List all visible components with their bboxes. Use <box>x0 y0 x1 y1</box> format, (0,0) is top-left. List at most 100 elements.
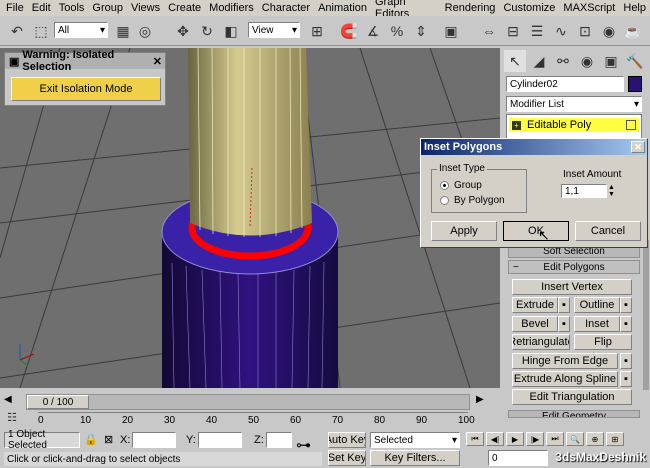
menu-item-help[interactable]: Help <box>619 2 650 14</box>
insert-vertex-button[interactable]: Insert Vertex <box>512 279 632 295</box>
menu-item-file[interactable]: File <box>2 2 28 14</box>
stack-item-toggle-icon[interactable] <box>626 120 636 130</box>
previous-frame-icon[interactable]: ◀| <box>486 432 504 446</box>
ref-coord-dropdown[interactable]: View ▾ <box>248 22 300 38</box>
object-color-swatch[interactable] <box>628 76 642 92</box>
play-icon[interactable]: ▶ <box>506 432 524 446</box>
angle-snap-icon[interactable]: ∡ <box>362 20 384 42</box>
snap-icon[interactable]: 🧲 <box>338 20 360 42</box>
object-name-field[interactable]: Cylinder02 <box>506 76 624 92</box>
menu-item-animation[interactable]: Animation <box>314 2 371 14</box>
motion-tab-icon[interactable]: ◉ <box>576 50 598 72</box>
track-bar-icon[interactable]: ☷ <box>4 410 20 424</box>
flip-button[interactable]: Flip <box>574 334 632 350</box>
modify-tab-icon[interactable]: ◢ <box>528 50 550 72</box>
cancel-button[interactable]: Cancel <box>575 221 641 241</box>
percent-snap-icon[interactable]: % <box>386 20 408 42</box>
menu-item-create[interactable]: Create <box>164 2 205 14</box>
inset-button[interactable]: Inset <box>574 316 620 332</box>
menu-item-maxscript[interactable]: MAXScript <box>559 2 619 14</box>
hinge-from-edge-button[interactable]: Hinge From Edge <box>512 353 618 369</box>
go-to-end-icon[interactable]: ⏭ <box>546 432 564 446</box>
extrude-along-spline-button[interactable]: Extrude Along Spline <box>512 371 618 387</box>
dialog-title-bar[interactable]: Inset Polygons ✕ <box>421 139 647 155</box>
utilities-tab-icon[interactable]: 🔨 <box>624 50 646 72</box>
menu-item-tools[interactable]: Tools <box>55 2 89 14</box>
z-coord-field[interactable] <box>266 432 292 448</box>
layer-icon[interactable]: ☰ <box>526 20 548 42</box>
next-frame-icon[interactable]: ▶ <box>476 394 484 405</box>
outline-settings-icon[interactable]: ▪ <box>620 297 632 313</box>
outline-button[interactable]: Outline <box>574 297 620 313</box>
named-selection-icon[interactable]: ▣ <box>440 20 462 42</box>
apply-button[interactable]: Apply <box>431 221 497 241</box>
extrude-spline-settings-icon[interactable]: ▪ <box>620 371 632 387</box>
time-slider-track[interactable]: 0 / 100 <box>26 394 470 410</box>
stack-item-editable-poly[interactable]: + Editable Poly <box>509 118 639 132</box>
selection-filter-dropdown[interactable]: All ▾ <box>54 22 108 38</box>
menu-item-edit[interactable]: Edit <box>28 2 55 14</box>
zoom-extents-icon[interactable]: ⊞ <box>606 432 624 446</box>
bevel-settings-icon[interactable]: ▪ <box>558 316 570 332</box>
extrude-settings-icon[interactable]: ▪ <box>558 297 570 313</box>
close-icon[interactable]: ✕ <box>153 55 165 68</box>
modifier-list-dropdown[interactable]: Modifier List ▾ <box>506 96 642 112</box>
expand-icon[interactable]: + <box>512 120 521 130</box>
time-slider-handle[interactable]: 0 / 100 <box>27 395 89 409</box>
spinner-snap-icon[interactable]: ⇕ <box>410 20 432 42</box>
zoom-icon[interactable]: 🔍 <box>566 432 584 446</box>
prev-frame-icon[interactable]: ◀ <box>4 394 12 405</box>
select-region-icon[interactable]: ⬚ <box>30 20 52 42</box>
hinge-settings-icon[interactable]: ▪ <box>620 353 632 369</box>
zoom-all-icon[interactable]: ⊕ <box>586 432 604 446</box>
material-editor-icon[interactable]: ◉ <box>598 20 620 42</box>
menu-item-customize[interactable]: Customize <box>499 2 559 14</box>
rollout-edit-geometry[interactable]: Edit Geometry <box>508 410 640 418</box>
edit-triangulation-button[interactable]: Edit Triangulation <box>512 389 632 405</box>
exit-isolation-button[interactable]: Exit Isolation Mode <box>11 77 161 101</box>
rollout-edit-polygons[interactable]: − Edit Polygons <box>508 260 640 274</box>
menu-item-group[interactable]: Group <box>88 2 127 14</box>
time-ruler[interactable]: 0 10 20 30 40 50 60 70 80 90 100 <box>38 412 475 428</box>
menu-item-character[interactable]: Character <box>258 2 314 14</box>
schematic-icon[interactable]: ⊡ <box>574 20 596 42</box>
undo-icon[interactable]: ↶ <box>6 20 28 42</box>
lock-icon[interactable]: 🔒 <box>84 433 98 446</box>
menu-item-rendering[interactable]: Rendering <box>441 2 500 14</box>
move-icon[interactable]: ✥ <box>172 20 194 42</box>
y-coord-field[interactable] <box>198 432 242 448</box>
menu-item-modifiers[interactable]: Modifiers <box>205 2 258 14</box>
auto-key-button[interactable]: Auto Key <box>328 432 366 448</box>
current-frame-field[interactable]: 0 <box>488 450 548 466</box>
radio-group-option[interactable]: Group <box>440 180 482 191</box>
align-icon[interactable]: ⊟ <box>502 20 524 42</box>
retriangulate-button[interactable]: Retriangulate <box>512 334 570 350</box>
menu-item-views[interactable]: Views <box>127 2 164 14</box>
render-icon[interactable]: ☕ <box>622 20 644 42</box>
spinner-icon[interactable]: ▲ ▼ <box>607 184 616 198</box>
create-tab-icon[interactable]: ↖ <box>504 50 526 72</box>
key-filters-button[interactable]: Key Filters... <box>370 450 460 466</box>
pivot-icon[interactable]: ⊞ <box>306 20 328 42</box>
x-coord-field[interactable] <box>132 432 176 448</box>
absolute-mode-icon[interactable]: ⊠ <box>104 433 113 446</box>
go-to-start-icon[interactable]: ⏮ <box>466 432 484 446</box>
inset-amount-field[interactable]: 1,1 <box>561 184 607 198</box>
key-set-dropdown[interactable]: Selected ▾ <box>370 432 460 448</box>
radio-by-polygon-option[interactable]: By Polygon <box>440 195 505 206</box>
select-by-name-icon[interactable]: ▦ <box>112 20 134 42</box>
hierarchy-tab-icon[interactable]: ⚯ <box>552 50 574 72</box>
ok-button[interactable]: OK <box>503 221 569 241</box>
select-object-icon[interactable]: ◎ <box>134 20 156 42</box>
set-key-button[interactable]: Set Key <box>328 450 366 466</box>
inset-settings-icon[interactable]: ▪ <box>620 316 632 332</box>
scale-icon[interactable]: ◧ <box>220 20 242 42</box>
bevel-button[interactable]: Bevel <box>512 316 558 332</box>
curve-editor-icon[interactable]: ∿ <box>550 20 572 42</box>
next-key-icon[interactable]: |▶ <box>526 432 544 446</box>
panel-scrollbar[interactable] <box>643 240 649 390</box>
extrude-button[interactable]: Extrude <box>512 297 558 313</box>
mirror-icon[interactable]: ⇔ <box>478 20 500 42</box>
display-tab-icon[interactable]: ▣ <box>600 50 622 72</box>
rotate-icon[interactable]: ↻ <box>196 20 218 42</box>
